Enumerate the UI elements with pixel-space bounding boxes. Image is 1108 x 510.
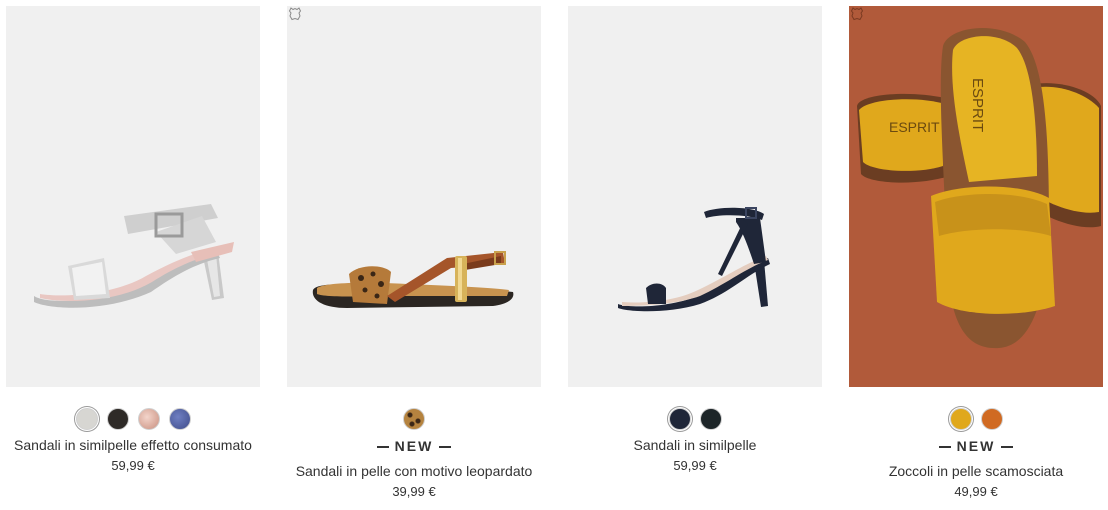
product-name[interactable]: Sandali in pelle con motivo leopardato bbox=[287, 462, 541, 480]
color-swatch-orange[interactable] bbox=[980, 408, 1003, 430]
product-price: 59,99 € bbox=[673, 458, 717, 473]
color-swatches bbox=[287, 408, 541, 430]
product-image[interactable]: ESPRIT ESPRIT bbox=[849, 6, 1103, 387]
product-price: 39,99 € bbox=[392, 484, 436, 499]
color-swatch-silver[interactable] bbox=[75, 408, 98, 430]
color-swatch-rose[interactable] bbox=[137, 408, 160, 430]
color-swatch-blue[interactable] bbox=[168, 408, 191, 430]
product-card[interactable]: Sandali in similpelle 59,99 € bbox=[568, 6, 822, 474]
color-swatch-navy[interactable] bbox=[668, 408, 691, 430]
color-swatch-black[interactable] bbox=[106, 408, 129, 430]
product-card[interactable]: Sandali in similpelle effetto consumato … bbox=[6, 6, 260, 474]
product-image[interactable] bbox=[287, 6, 541, 387]
color-swatch-yellow[interactable] bbox=[949, 408, 972, 430]
new-badge: NEW bbox=[287, 438, 541, 456]
product-name[interactable]: Sandali in similpelle bbox=[568, 436, 822, 454]
product-image[interactable] bbox=[6, 6, 260, 387]
product-grid: Sandali in similpelle effetto consumato … bbox=[0, 0, 1108, 510]
color-swatches bbox=[6, 408, 260, 430]
color-swatches bbox=[849, 408, 1103, 430]
leather-icon bbox=[288, 7, 302, 21]
brand-print: ESPRIT bbox=[889, 119, 940, 135]
leopard-sandal-image bbox=[312, 251, 514, 308]
color-swatches bbox=[568, 408, 822, 430]
product-name[interactable]: Sandali in similpelle effetto consumato bbox=[6, 436, 260, 454]
product-card[interactable]: ESPRIT ESPRIT NEW Zoccoli in pelle scamo… bbox=[849, 6, 1103, 500]
color-swatch-black[interactable] bbox=[699, 408, 722, 430]
product-price: 49,99 € bbox=[954, 484, 998, 499]
navy-sandal-image bbox=[618, 207, 770, 312]
leather-icon bbox=[850, 7, 864, 21]
color-swatch-leopard[interactable] bbox=[403, 408, 425, 430]
yellow-clog-image: ESPRIT ESPRIT bbox=[857, 28, 1101, 349]
product-name[interactable]: Zoccoli in pelle scamosciata bbox=[849, 462, 1103, 480]
new-badge: NEW bbox=[849, 438, 1103, 456]
product-image[interactable] bbox=[568, 6, 822, 387]
brand-print: ESPRIT bbox=[969, 78, 986, 132]
product-price: 59,99 € bbox=[111, 458, 155, 473]
silver-sandal-image bbox=[34, 204, 234, 308]
product-card[interactable]: NEW Sandali in pelle con motivo leoparda… bbox=[287, 6, 541, 500]
